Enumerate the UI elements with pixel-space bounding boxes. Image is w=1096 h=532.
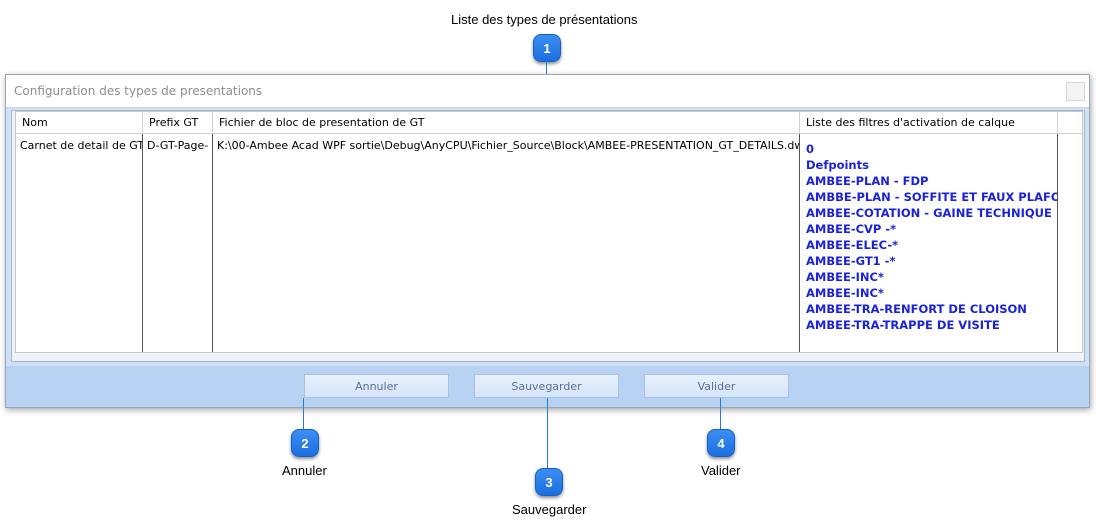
column-header-prefix[interactable]: Prefix GT: [143, 112, 213, 134]
callout-3-connector: [547, 398, 548, 468]
filter-item: AMBEE-INC*: [806, 286, 884, 300]
annuler-button[interactable]: Annuler: [304, 374, 449, 398]
cell-nom[interactable]: Carnet de detail de GT: [16, 134, 143, 352]
cell-prefix[interactable]: D-GT-Page-: [143, 134, 213, 352]
types-table: Nom Prefix GT Fichier de bloc de present…: [15, 111, 1083, 353]
filter-item: 0: [806, 142, 815, 156]
filter-item: AMBEE-PLAN - FDP: [806, 174, 929, 188]
column-header-fichier[interactable]: Fichier de bloc de presentation de GT: [213, 112, 800, 134]
filter-item: AMBEE-ELEC-*: [806, 238, 899, 252]
filter-item: AMBEE-INC*: [806, 270, 884, 284]
callout-2-label: Annuler: [282, 463, 327, 478]
column-header-nom[interactable]: Nom: [16, 112, 143, 134]
grid-frame: Nom Prefix GT Fichier de bloc de present…: [11, 110, 1085, 362]
valider-button[interactable]: Valider: [644, 374, 789, 398]
filter-item: AMBEE-TRA-TRAPPE DE VISITE: [806, 318, 1000, 332]
filter-list: 0 Defpoints AMBEE-PLAN - FDP AMBBE-PLAN …: [806, 139, 1057, 333]
callout-1-badge: 1: [533, 34, 561, 62]
config-window: Configuration des types de presentations…: [5, 74, 1090, 408]
filter-item: AMBEE-COTATION - GAINE TECHNIQUE: [806, 206, 1052, 220]
filter-item: AMBEE-CVP -*: [806, 222, 897, 236]
column-header-filtres[interactable]: Liste des filtres d'activation de calque: [800, 112, 1058, 134]
callout-2-connector: [303, 398, 304, 430]
close-icon[interactable]: [1066, 82, 1085, 101]
callout-4-badge: 4: [707, 429, 735, 457]
callout-2-badge: 2: [291, 429, 319, 457]
cell-filler: [1058, 134, 1082, 352]
filter-item: AMBEE-GT1 -*: [806, 254, 896, 268]
filter-item: AMBEE-TRA-RENFORT DE CLOISON: [806, 302, 1027, 316]
callout-4-connector: [720, 398, 721, 430]
callout-1-label: Liste des types de présentations: [451, 12, 638, 27]
window-title: Configuration des types de presentations: [14, 84, 263, 98]
cell-fichier[interactable]: K:\00-Ambee Acad WPF sortie\Debug\AnyCPU…: [213, 134, 800, 352]
callout-3-badge: 3: [535, 468, 563, 496]
cell-filtres[interactable]: 0 Defpoints AMBEE-PLAN - FDP AMBBE-PLAN …: [800, 134, 1058, 352]
column-header-filler: [1058, 112, 1082, 134]
window-titlebar: Configuration des types de presentations: [6, 75, 1089, 108]
callout-3-label: Sauvegarder: [512, 502, 587, 517]
filter-item: Defpoints: [806, 158, 869, 172]
callout-4-label: Valider: [701, 463, 741, 478]
filter-item: AMBBE-PLAN - SOFFITE ET FAUX PLAFOND: [806, 190, 1058, 204]
sauvegarder-button[interactable]: Sauvegarder: [474, 374, 619, 398]
